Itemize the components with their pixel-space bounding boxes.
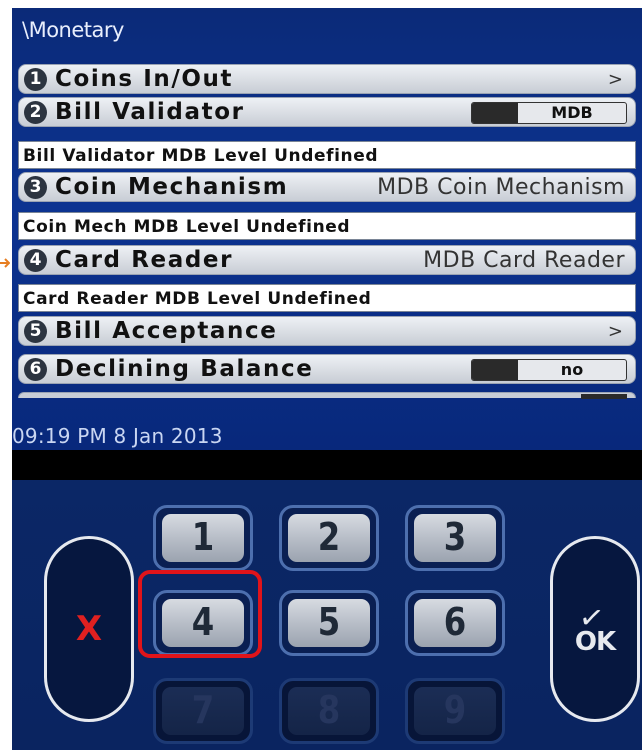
item-number-badge: 2 bbox=[24, 101, 47, 124]
key-digit: 9 bbox=[443, 688, 467, 732]
key-1[interactable]: 1 bbox=[153, 505, 253, 571]
item-number-badge: 5 bbox=[24, 320, 47, 343]
status-datetime: 09:19 PM 8 Jan 2013 bbox=[12, 424, 223, 448]
key-digit: 3 bbox=[443, 515, 467, 559]
lcd-screen: \Monetary 1 Coins In/Out > 2 Bill Valida… bbox=[12, 8, 642, 450]
toggle-knob bbox=[472, 360, 518, 380]
key-digit: 5 bbox=[317, 600, 341, 644]
menu-item-label: Declining Balance bbox=[55, 356, 314, 382]
menu-item-card-reader[interactable]: 4 Card Reader MDB Card Reader bbox=[18, 245, 636, 275]
menu-item-label: Coins In/Out bbox=[55, 66, 234, 92]
toggle-value: no bbox=[560, 360, 584, 379]
key-digit: 7 bbox=[191, 688, 215, 732]
key-6[interactable]: 6 bbox=[405, 590, 505, 656]
menu-item-declining-balance[interactable]: 6 Declining Balance no bbox=[18, 354, 636, 384]
item-number-badge: 6 bbox=[24, 358, 47, 381]
close-icon: X bbox=[75, 609, 103, 649]
info-text: Bill Validator MDB Level Undefined bbox=[23, 146, 379, 166]
page-title: \Monetary bbox=[22, 18, 124, 42]
item-number-badge: 4 bbox=[24, 249, 47, 272]
menu-item-coin-mechanism[interactable]: 3 Coin Mechanism MDB Coin Mechanism bbox=[18, 172, 636, 202]
key-5[interactable]: 5 bbox=[279, 590, 379, 656]
menu-item-label: Coin Mechanism bbox=[55, 174, 289, 200]
toggle-knob bbox=[472, 103, 518, 123]
bill-validator-toggle[interactable]: MDB bbox=[471, 102, 627, 124]
item-number-badge: 1 bbox=[24, 68, 47, 91]
menu-item-label: Bill Acceptance bbox=[55, 318, 278, 344]
key-9[interactable]: 9 bbox=[405, 678, 505, 744]
info-coin-mech-level: Coin Mech MDB Level Undefined bbox=[18, 212, 636, 240]
menu-item-bill-validator[interactable]: 2 Bill Validator MDB bbox=[18, 97, 636, 127]
ok-button[interactable]: ✓ OK bbox=[550, 536, 640, 722]
chevron-right-icon: > bbox=[607, 69, 623, 90]
ok-label: OK bbox=[574, 627, 616, 657]
vending-device: \Monetary 1 Coins In/Out > 2 Bill Valida… bbox=[12, 8, 642, 750]
key-digit: 1 bbox=[191, 515, 215, 559]
info-bill-validator-level: Bill Validator MDB Level Undefined bbox=[18, 141, 636, 169]
info-text: Coin Mech MDB Level Undefined bbox=[23, 217, 351, 237]
menu-item-value: MDB Coin Mechanism bbox=[377, 175, 625, 200]
menu-item-partial[interactable] bbox=[18, 392, 636, 399]
item-number-badge: 3 bbox=[24, 176, 47, 199]
key-8[interactable]: 8 bbox=[279, 678, 379, 744]
highlight-box bbox=[138, 570, 262, 658]
info-text: Card Reader MDB Level Undefined bbox=[23, 289, 372, 309]
keypad-panel: X 1 2 3 4 5 6 7 8 9 ✓ OK bbox=[12, 480, 642, 750]
toggle-value: MDB bbox=[551, 103, 593, 122]
key-digit: 6 bbox=[443, 600, 467, 644]
key-3[interactable]: 3 bbox=[405, 505, 505, 571]
pointer-arrow-icon bbox=[0, 258, 10, 268]
key-digit: 8 bbox=[317, 688, 341, 732]
info-card-reader-level: Card Reader MDB Level Undefined bbox=[18, 284, 636, 312]
chevron-right-icon: > bbox=[607, 321, 623, 342]
key-7[interactable]: 7 bbox=[153, 678, 253, 744]
menu-item-value: MDB Card Reader bbox=[423, 248, 625, 273]
key-digit: 2 bbox=[317, 515, 341, 559]
key-2[interactable]: 2 bbox=[279, 505, 379, 571]
menu-item-label: Card Reader bbox=[55, 247, 234, 273]
cancel-button[interactable]: X bbox=[44, 536, 134, 722]
toggle-knob bbox=[581, 394, 627, 399]
menu-item-label: Bill Validator bbox=[55, 99, 245, 125]
menu-item-coins-in-out[interactable]: 1 Coins In/Out > bbox=[18, 64, 636, 94]
declining-balance-toggle[interactable]: no bbox=[471, 359, 627, 381]
menu-item-bill-acceptance[interactable]: 5 Bill Acceptance > bbox=[18, 316, 636, 346]
